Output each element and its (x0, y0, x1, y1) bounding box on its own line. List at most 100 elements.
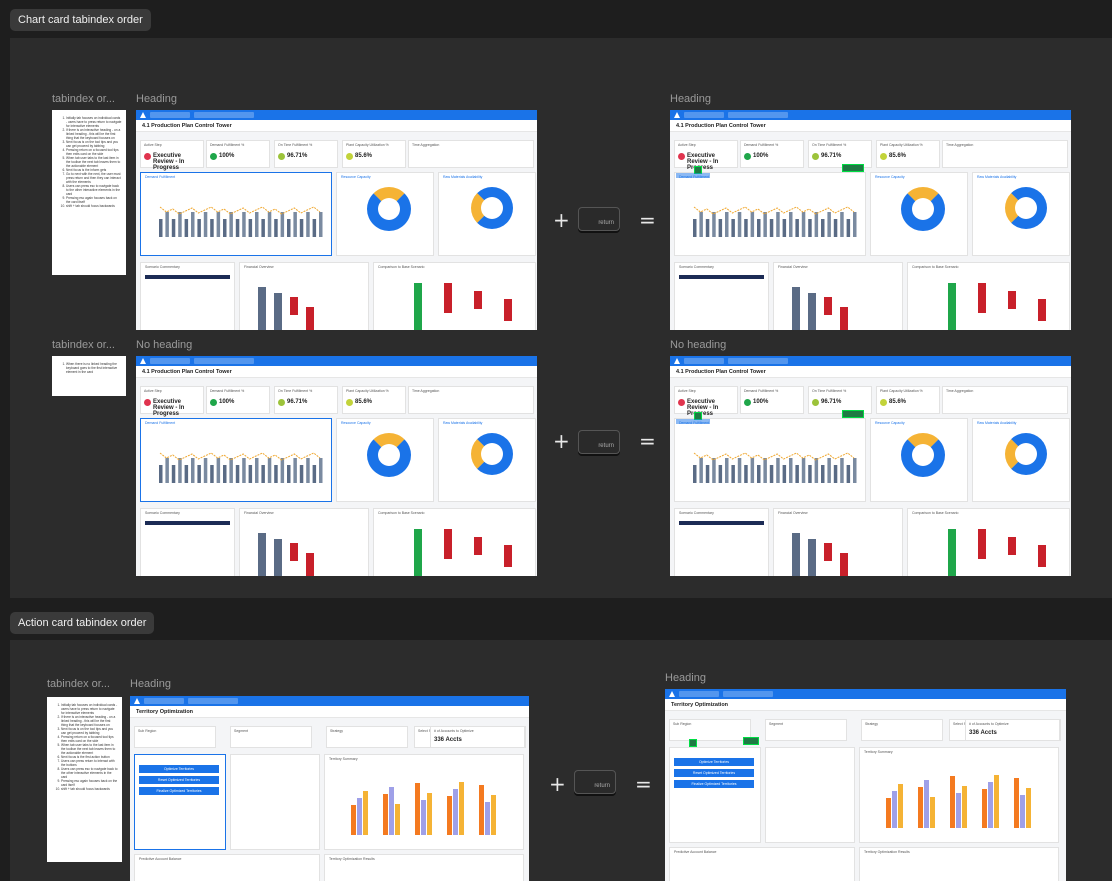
bar (763, 458, 767, 483)
bar (293, 458, 297, 483)
summary-bar (389, 787, 394, 835)
raw-materials-card: Raw Materials Availability (438, 418, 536, 502)
no-heading-label: No heading (136, 339, 193, 351)
section-title-chart: Chart card tabindex order (10, 9, 151, 31)
bar (216, 458, 221, 483)
dashboard-screenshot: 4.1 Production Plan Control Tower Active … (670, 110, 1071, 330)
bar (229, 458, 233, 483)
bar (274, 465, 278, 483)
kpi-card: Plant Capacity Utilization % 85.6% (876, 386, 940, 414)
kpi-value: 85.6% (889, 153, 907, 159)
app-logo-icon (140, 112, 146, 118)
bar (191, 212, 195, 237)
card-title: Comparison to Base Scenario (378, 265, 425, 269)
territory-title: Territory Optimization (130, 706, 529, 718)
action-button: Reset Optimized Territories (139, 776, 219, 784)
card-title: Financial Overview (244, 265, 274, 269)
bar (737, 212, 742, 237)
summary-bar (415, 783, 420, 835)
note-step: If there is an interactive heading - on … (61, 715, 118, 727)
bar (178, 212, 182, 237)
kpi-card: On Time Fulfillment % 96.71% (274, 386, 338, 414)
bar (693, 465, 697, 483)
return-key: return (578, 430, 620, 454)
bar (821, 465, 825, 483)
kpi-card: Time Aggregation (942, 386, 1068, 414)
note-step: When there is no linked heading the keyb… (66, 362, 122, 374)
card-title: Territory Optimization Results (329, 857, 375, 861)
waterfall-bar (504, 545, 512, 567)
kpi-label: Plant Capacity Utilization % (880, 389, 923, 393)
bar (693, 219, 697, 237)
bar (776, 212, 780, 237)
bar (712, 458, 716, 483)
kpi-label: Time Aggregation (946, 143, 974, 147)
waterfall-bar (414, 283, 422, 330)
territory-screenshot: Territory Optimization Sub Region Segment S… (665, 689, 1066, 881)
filter-field: Segment (230, 726, 312, 748)
donut-chart (367, 433, 411, 477)
bar (171, 219, 176, 237)
focus-order-badge (743, 737, 759, 745)
dashboard-title: 4.1 Production Plan Control Tower (136, 366, 537, 378)
card-title: Raw Materials Availability (977, 421, 1017, 425)
waterfall-bar (474, 291, 482, 309)
kpi-card: Demand Fulfillment % 100% (740, 386, 804, 414)
bar (853, 458, 857, 483)
summary-bar (1020, 795, 1025, 828)
summary-bar (383, 794, 388, 835)
kpi-label: On Time Fulfillment % (812, 143, 847, 147)
note-step: If there is an interactive heading - on … (66, 128, 122, 140)
raw-materials-card: Raw Materials Availability (972, 418, 1070, 502)
bar (267, 458, 272, 483)
dashboard-body: Active StepExecutive Review - In Progres… (670, 378, 1071, 576)
heading-label: Heading (670, 93, 711, 105)
card-title: Territory Summary (329, 757, 358, 761)
filter-field: Segment (765, 719, 847, 741)
note-step: Initially tab focuses on individual card… (66, 116, 122, 128)
resource-capacity-card: Resource Capacity (336, 172, 434, 256)
bar (287, 219, 291, 237)
bar (319, 458, 323, 483)
status-dot (346, 153, 353, 160)
action-card: Optimize Territories Reset Optimized Terr… (669, 747, 761, 843)
summary-bar (485, 802, 490, 835)
scenario-commentary-card: Scenario Commentary (140, 262, 235, 330)
dashboard-body: Active StepExecutive Review - In Progres… (136, 132, 537, 330)
kpi-card: Plant Capacity Utilization % 85.6% (342, 140, 406, 168)
focus-order-badge (842, 410, 864, 418)
kpi-card: Plant Capacity Utilization % 85.6% (342, 386, 406, 414)
tabindex-label: tabindex or... (52, 339, 115, 351)
summary-bar (988, 782, 993, 828)
donut-chart (471, 187, 513, 229)
card-title: Demand Fulfillment (145, 175, 176, 179)
summary-bar (453, 789, 458, 835)
bar (808, 465, 812, 483)
card-title: Raw Materials Availability (443, 175, 483, 179)
status-dot (812, 399, 819, 406)
financial-overview-card: Financial Overview (239, 508, 369, 576)
field-label: Strategy (330, 729, 344, 733)
equals-sign: = (635, 772, 652, 796)
status-dot (210, 153, 217, 160)
note-step: shift + tab should focus backwards (66, 204, 122, 208)
bar (814, 212, 819, 237)
app-nav-bar (665, 689, 1066, 699)
dashboard-body: Active StepExecutive Review - In Progres… (136, 378, 537, 576)
bar (171, 465, 176, 483)
waterfall-bar (1038, 545, 1046, 567)
heading-label: Heading (136, 93, 177, 105)
resource-capacity-card: Resource Capacity (870, 418, 968, 502)
card-title: Territory Summary (864, 750, 893, 754)
summary-bar (395, 804, 400, 835)
bar (223, 219, 227, 237)
waterfall-bar (824, 543, 832, 561)
kpi-label: Active Step (144, 389, 162, 393)
waterfall-bar (1008, 537, 1016, 555)
action-button: Reset Optimized Territories (674, 769, 754, 777)
note-chart-no-heading: When there is no linked heading the keyb… (52, 356, 126, 396)
bar (293, 212, 297, 237)
status-dot (210, 399, 217, 406)
kpi-value: 85.6% (355, 399, 373, 405)
focus-order-badge (842, 164, 864, 172)
